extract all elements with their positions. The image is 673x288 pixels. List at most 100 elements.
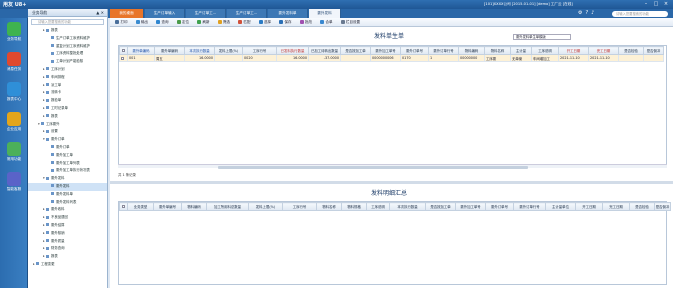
column-header: 工序说明 [366,202,390,211]
tree-collapse-icon[interactable]: ▲ ✕ [96,9,104,17]
checkbox[interactable] [121,56,124,60]
toolbar-button-7[interactable]: 匹配 [238,20,251,25]
tree-node[interactable]: ▸ 委外质量 [28,238,107,246]
toolbar-button-11[interactable]: 合单 [320,20,333,25]
checkbox[interactable] [122,49,125,52]
column-header: 发料上限(%) [248,202,283,211]
table-row[interactable]: 001 周五 16.0000 0020 16.0000 -37.0000 000000000… [119,54,664,62]
tab-1[interactable]: 我的桌面 [110,9,144,18]
table-cell: 0170 [400,54,429,62]
module-4[interactable]: 企业应用 [2,112,26,138]
tree-node-label: 生产订单工序资料维护 [56,35,90,40]
tree-node[interactable]: ▸ 财务查询 [28,245,107,253]
tree-node[interactable]: 委外订单 [28,144,107,152]
scroll-thumb[interactable] [218,165,528,169]
tab-2[interactable]: 生产订单输入 [145,9,185,18]
tree-node[interactable]: 委外发料单 [28,191,107,199]
tab-6[interactable]: 委外发料 [309,9,341,18]
table-cell [643,54,664,62]
column-header: 委外单编码 [127,46,155,55]
tree-node[interactable]: ▸ 报检单 [28,97,107,105]
toolbar-button-1[interactable]: 打印 [115,20,128,25]
tree-node-list: ▸ 报表 生产订单工序资料维护 重复计划工序资料维护 工序资料整批处理 工单计划产能检核 ▸… [28,27,107,269]
table-cell: 车间增加工 [531,54,559,62]
column-header: 发料上限(%) [214,46,243,55]
module-2[interactable]: 消息任务 [2,52,26,78]
folder-icon [41,122,44,126]
toolbar-button-5[interactable]: 刷新 [197,20,210,25]
select-all-checkbox[interactable] [119,46,128,55]
select-all-checkbox[interactable] [119,202,128,211]
form1-title: 发料单生单 [373,33,404,40]
toolbar: 打印 输出 查询 定位 刷新 筛选 匹配 选择 保存 批改 合单 栏目设置 [110,18,673,27]
table-cell: 无单案 [510,54,532,62]
folder-icon [46,90,49,94]
toolbar-label: 批改 [305,19,312,24]
column-header: 已加工待转出数量 [308,46,341,55]
column-header: 加工所用料总数量 [206,202,249,211]
row-checkbox-cell[interactable] [119,54,128,62]
toolbar-button-9[interactable]: 保存 [279,20,292,25]
module-1[interactable]: 业务导航 [2,22,26,48]
tree-node[interactable]: 委外发料列表 [28,199,107,207]
checkbox[interactable] [122,205,125,208]
module-3[interactable]: 报表中心 [2,82,26,108]
tree-node[interactable]: ▸ 派工单 [28,82,107,90]
tree-node[interactable]: ▸ 报表 [28,113,107,121]
tree-node[interactable]: 委外加工单列表 [28,160,107,168]
tree-node[interactable]: 重复计划工序资料维护 [28,43,107,51]
tab-3[interactable]: 生产订单工... [186,9,226,18]
issue-grid: 委外单编码 委外单编码 本次执行数量 发料上限(%) 工序行号 已发料执行数量 已加工待转出… [118,45,667,165]
toolbar-button-4[interactable]: 定位 [176,20,189,25]
tree-node[interactable]: ▸ 委外核销 [28,230,107,238]
tab-5[interactable]: 委外发料单 [268,9,308,18]
module-label: 业务导航 [6,37,22,41]
tree-node[interactable]: 委外加工单执行状况表 [28,167,107,175]
minimize-icon[interactable]: – [643,1,649,7]
module-6[interactable]: 智能客服 [2,172,26,198]
panel-splitter[interactable] [110,181,673,184]
tree-node[interactable]: ▸ 工序计划 [28,66,107,74]
table-cell: 周五 [154,54,185,62]
tree-node[interactable]: ▸ 委外结算 [28,222,107,230]
tree-node[interactable]: 委外发料 [28,182,107,191]
horizontal-scrollbar[interactable] [118,164,667,169]
toolbar-button-2[interactable]: 输出 [135,20,148,25]
column-header: 委外加工单号 [370,46,401,55]
toolbar-button-6[interactable]: 筛选 [217,20,230,25]
column-header: 是否检验 [618,46,644,55]
table-cell[interactable]: 16.0000 [184,54,215,62]
module-5[interactable]: 常用功能 [2,142,26,168]
toolbar-button-3[interactable]: 查询 [156,20,169,25]
tree-node[interactable]: 委外加工单 [28,152,107,160]
app-logo: 用友 U8+ [3,2,27,8]
tree-node[interactable]: ▾ 工序委外 [28,121,107,129]
tree-node[interactable]: ▸ 工时记录单 [28,105,107,113]
template-select[interactable]: 委外发料单生单模版 [513,34,571,40]
tree-node[interactable]: ▸ 不良品退回 [28,214,107,222]
tab-4[interactable]: 生产订单工... [227,9,267,18]
tree-node-label: 重复计划工序资料维护 [56,43,90,48]
toolbar-button-8[interactable]: 选择 [258,20,271,25]
maximize-icon[interactable]: □ [653,1,659,7]
tree-node[interactable]: ▸ 设置 [28,128,107,136]
toolbar-button-10[interactable]: 批改 [299,19,312,25]
tree-node[interactable]: 生产订单工序资料维护 [28,35,107,43]
tree-node[interactable]: ▸ 委外收料 [28,206,107,214]
column-header: 完工日期 [588,46,619,55]
tree-node[interactable]: ▾ 委外订单 [28,136,107,144]
tree-node[interactable]: ▸ 报表 [28,253,107,261]
column-header: 工序行号 [282,202,317,211]
tree-node[interactable]: ▾ 委外发料 [28,175,107,183]
tree-node[interactable]: 工单计划产能检核 [28,58,107,66]
tree-node[interactable]: ▸ 车间排程 [28,74,107,82]
tree-search-input[interactable]: 请输入您要搜索的功能 [31,19,104,25]
tree-node[interactable]: ▸ 流转卡 [28,89,107,97]
tree-node[interactable]: ▸ 报表 [28,27,107,35]
close-icon[interactable]: × [663,1,669,7]
toolbar-label: 刷新 [202,19,210,24]
toolbar-button-12[interactable]: 栏目设置 [340,20,360,25]
folder-icon [46,254,49,258]
tree-node[interactable]: 工序资料整批处理 [28,50,107,58]
tree-node[interactable]: ▸ 工程变更 [28,261,107,269]
